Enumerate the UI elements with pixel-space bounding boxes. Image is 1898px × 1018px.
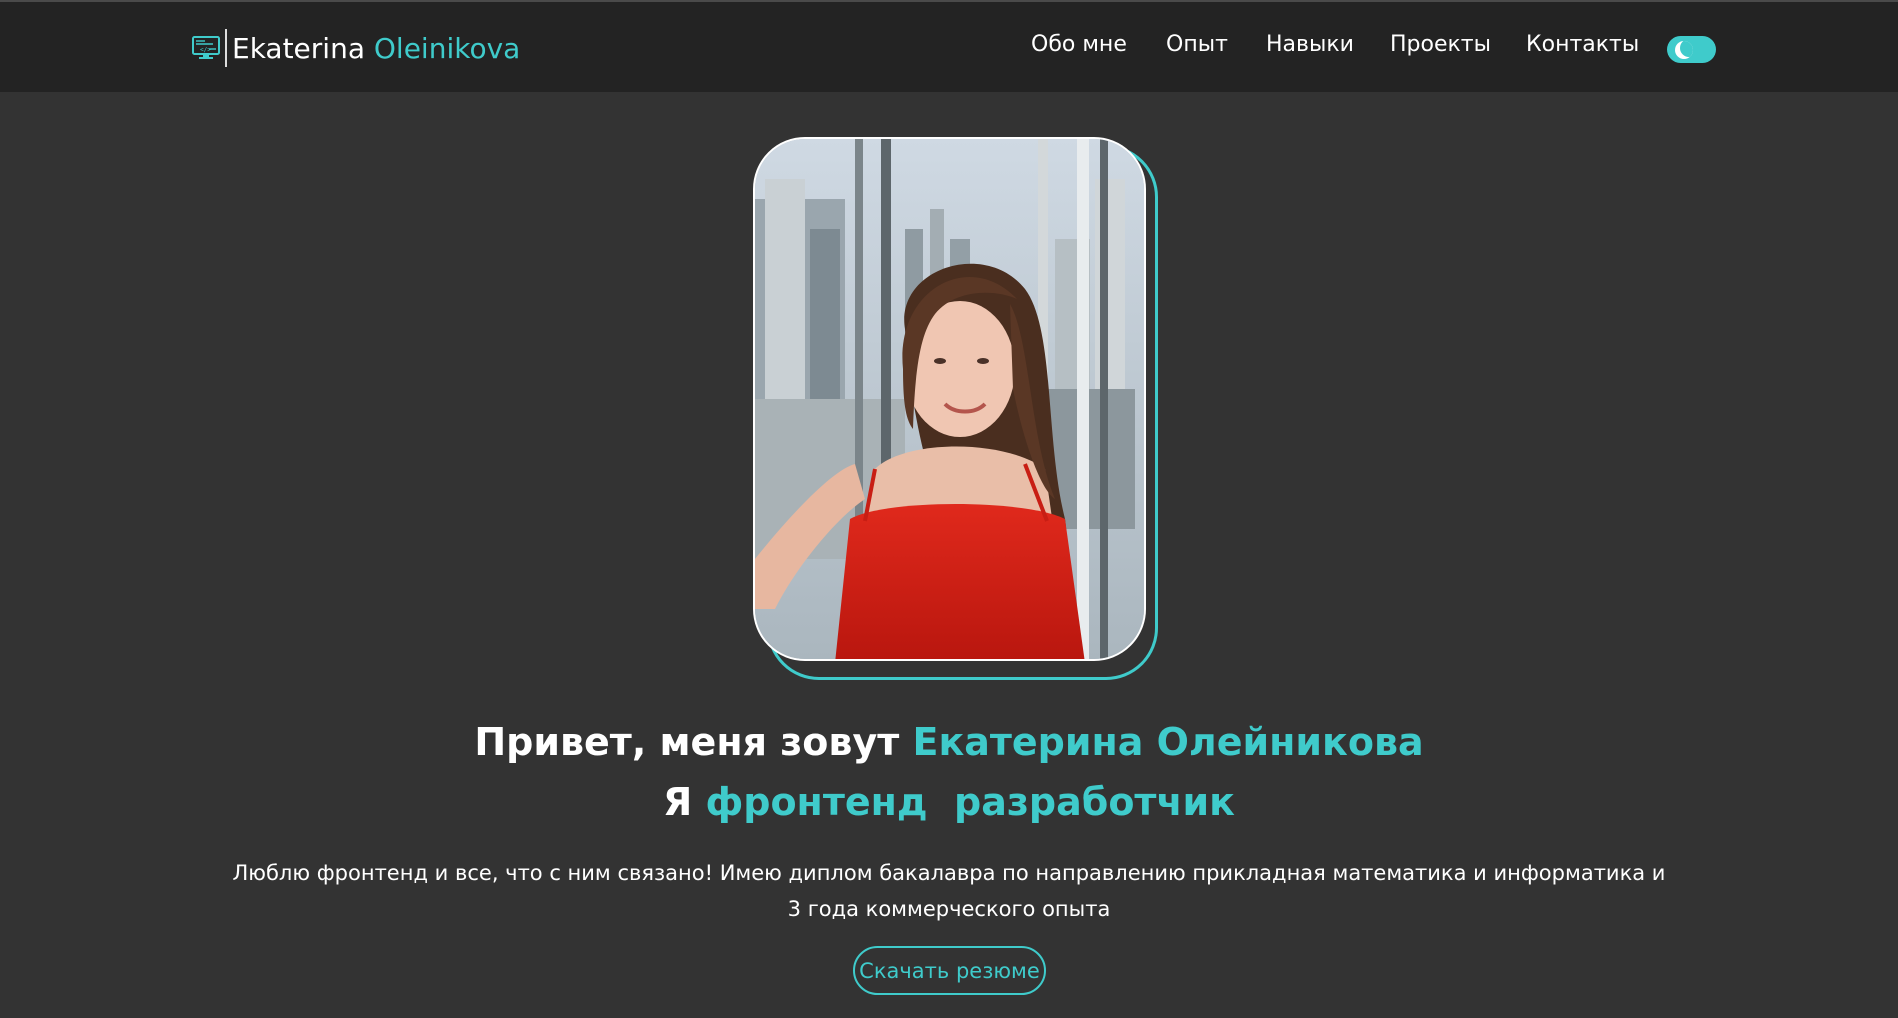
moon-icon <box>1675 41 1693 59</box>
download-cv-button[interactable]: Скачать резюме <box>853 946 1046 995</box>
hero-greeting: Привет, меня зовут Екатерина Олейникова <box>0 720 1898 764</box>
site-header: </> Ekaterina Oleinikova Обо мне Опыт На… <box>0 2 1898 92</box>
role-text: фронтенд разработчик <box>705 780 1235 824</box>
nav-item-skills[interactable]: Навыки <box>1266 32 1354 57</box>
main-nav: Обо мне Опыт Навыки Проекты Контакты <box>0 32 1898 68</box>
theme-toggle[interactable] <box>1667 36 1716 63</box>
nav-item-about[interactable]: Обо мне <box>1031 32 1127 57</box>
nav-item-experience[interactable]: Опыт <box>1166 32 1228 57</box>
profile-photo <box>753 137 1146 661</box>
greeting-text: Привет, меня зовут <box>474 720 900 764</box>
nav-item-projects[interactable]: Проекты <box>1390 32 1491 57</box>
hero-role: Я фронтенд разработчик <box>0 780 1898 824</box>
hero-name: Екатерина Олейникова <box>912 720 1424 764</box>
role-prefix: Я <box>663 780 693 824</box>
nav-item-contacts[interactable]: Контакты <box>1526 32 1639 57</box>
hero-description: Люблю фронтенд и все, что с ним связано!… <box>232 861 1666 921</box>
